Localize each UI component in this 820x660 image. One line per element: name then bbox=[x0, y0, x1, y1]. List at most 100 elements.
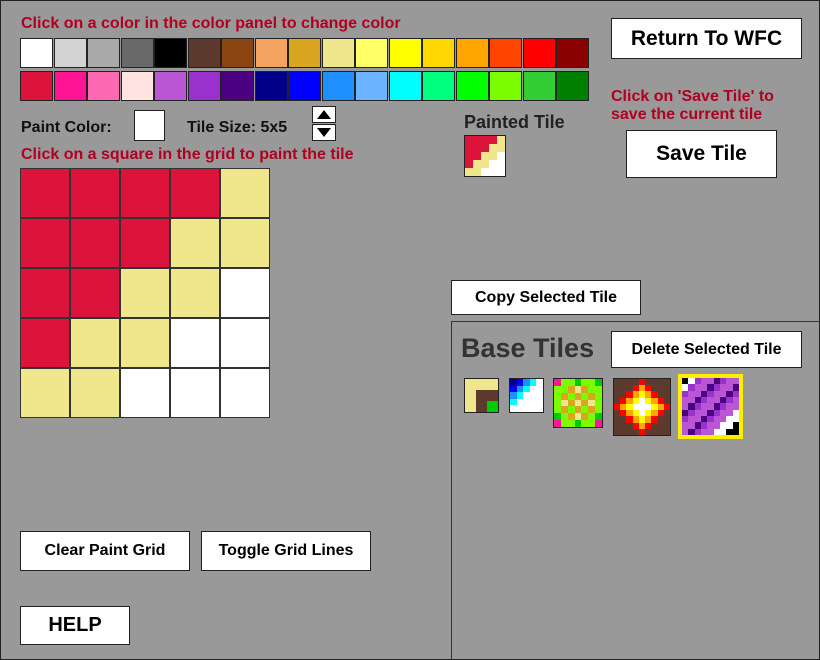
color-swatch[interactable] bbox=[288, 38, 321, 68]
tile-pixel bbox=[567, 406, 575, 414]
color-swatch[interactable] bbox=[455, 38, 489, 68]
grid-cell[interactable] bbox=[70, 318, 120, 368]
color-swatch[interactable] bbox=[187, 71, 221, 101]
tile-pixel bbox=[595, 399, 602, 407]
tile-pixel bbox=[516, 392, 524, 399]
tile-pixel bbox=[595, 392, 602, 400]
color-swatch[interactable] bbox=[87, 38, 120, 68]
color-swatch[interactable] bbox=[288, 71, 321, 101]
preview-pixel bbox=[481, 152, 489, 160]
color-swatch[interactable] bbox=[321, 38, 355, 68]
paint-grid[interactable] bbox=[20, 168, 272, 420]
tile-pixel bbox=[581, 399, 589, 407]
toggle-grid-lines-button[interactable]: Toggle Grid Lines bbox=[201, 531, 371, 571]
tile-pixel bbox=[476, 401, 487, 412]
tile-pixel bbox=[588, 399, 596, 407]
tile-pixel bbox=[536, 379, 543, 386]
base-tile-tile-green-pattern[interactable] bbox=[553, 378, 603, 428]
tile-pixel bbox=[560, 385, 568, 393]
color-swatch[interactable] bbox=[522, 71, 556, 101]
color-swatch[interactable] bbox=[20, 71, 53, 101]
delete-selected-tile-button[interactable]: Delete Selected Tile bbox=[611, 331, 802, 368]
tile-pixel bbox=[588, 420, 596, 427]
grid-cell[interactable] bbox=[20, 318, 70, 368]
grid-cell[interactable] bbox=[220, 268, 270, 318]
color-swatch[interactable] bbox=[422, 38, 455, 68]
grid-cell[interactable] bbox=[220, 318, 270, 368]
tile-size-decrease-button[interactable] bbox=[312, 124, 336, 141]
tile-pixel bbox=[560, 413, 568, 421]
grid-cell[interactable] bbox=[70, 218, 120, 268]
color-swatch[interactable] bbox=[489, 71, 522, 101]
preview-pixel bbox=[481, 136, 489, 144]
grid-instruction: Click on a square in the grid to paint t… bbox=[21, 146, 354, 163]
color-swatch[interactable] bbox=[187, 38, 221, 68]
color-swatch[interactable] bbox=[87, 71, 120, 101]
grid-cell[interactable] bbox=[170, 168, 220, 218]
copy-selected-tile-button[interactable]: Copy Selected Tile bbox=[451, 280, 641, 315]
grid-cell[interactable] bbox=[70, 168, 120, 218]
grid-cell[interactable] bbox=[220, 168, 270, 218]
color-swatch[interactable] bbox=[522, 38, 556, 68]
color-swatch[interactable] bbox=[355, 38, 388, 68]
grid-cell[interactable] bbox=[70, 268, 120, 318]
color-swatch[interactable] bbox=[120, 71, 154, 101]
save-tile-button[interactable]: Save Tile bbox=[626, 130, 777, 178]
grid-cell[interactable] bbox=[20, 218, 70, 268]
color-swatch[interactable] bbox=[53, 38, 87, 68]
tile-pixel bbox=[465, 379, 476, 390]
help-button[interactable]: HELP bbox=[20, 606, 130, 645]
color-swatch[interactable] bbox=[489, 38, 522, 68]
base-tile-tile-fire-diamond[interactable] bbox=[613, 378, 671, 436]
color-swatch[interactable] bbox=[20, 38, 53, 68]
grid-cell[interactable] bbox=[120, 268, 170, 318]
color-swatch[interactable] bbox=[254, 38, 288, 68]
tile-pixel bbox=[574, 379, 582, 386]
color-swatch[interactable] bbox=[355, 71, 388, 101]
grid-cell[interactable] bbox=[120, 318, 170, 368]
preview-pixel bbox=[489, 152, 497, 160]
color-swatch[interactable] bbox=[254, 71, 288, 101]
color-swatch[interactable] bbox=[556, 71, 589, 101]
tile-pixel bbox=[487, 390, 498, 401]
color-swatch[interactable] bbox=[388, 38, 422, 68]
color-swatch[interactable] bbox=[221, 71, 254, 101]
color-swatch[interactable] bbox=[422, 71, 455, 101]
grid-cell[interactable] bbox=[220, 368, 270, 418]
color-swatch[interactable] bbox=[154, 71, 187, 101]
grid-cell[interactable] bbox=[20, 168, 70, 218]
preview-pixel bbox=[489, 160, 497, 168]
grid-cell[interactable] bbox=[120, 368, 170, 418]
preview-pixel bbox=[489, 136, 497, 144]
tile-pixel bbox=[581, 392, 589, 400]
color-swatch[interactable] bbox=[53, 71, 87, 101]
grid-cell[interactable] bbox=[170, 318, 220, 368]
color-swatch[interactable] bbox=[120, 38, 154, 68]
color-swatch[interactable] bbox=[321, 71, 355, 101]
color-swatch[interactable] bbox=[154, 38, 187, 68]
preview-pixel bbox=[473, 136, 481, 144]
grid-cell[interactable] bbox=[220, 218, 270, 268]
return-to-wfc-button[interactable]: Return To WFC bbox=[611, 18, 802, 59]
tile-size-increase-button[interactable] bbox=[312, 106, 336, 123]
clear-paint-grid-button[interactable]: Clear Paint Grid bbox=[20, 531, 190, 571]
color-swatch[interactable] bbox=[556, 38, 589, 68]
grid-cell[interactable] bbox=[170, 218, 220, 268]
grid-cell[interactable] bbox=[20, 368, 70, 418]
color-swatch[interactable] bbox=[221, 38, 254, 68]
base-tile-tile-brown-green[interactable] bbox=[464, 378, 499, 413]
grid-cell[interactable] bbox=[170, 268, 220, 318]
grid-cell[interactable] bbox=[120, 218, 170, 268]
grid-cell[interactable] bbox=[120, 168, 170, 218]
tile-pixel bbox=[560, 399, 568, 407]
base-tile-tile-blue-gradient[interactable] bbox=[509, 378, 544, 413]
color-swatch[interactable] bbox=[388, 71, 422, 101]
grid-cell[interactable] bbox=[20, 268, 70, 318]
grid-cell[interactable] bbox=[170, 368, 220, 418]
tile-pixel bbox=[554, 385, 561, 393]
grid-cell[interactable] bbox=[70, 368, 120, 418]
base-tile-tile-purple-diagonal[interactable] bbox=[678, 374, 743, 439]
color-swatch[interactable] bbox=[455, 71, 489, 101]
tile-pixel bbox=[567, 385, 575, 393]
tile-pixel bbox=[574, 392, 582, 400]
